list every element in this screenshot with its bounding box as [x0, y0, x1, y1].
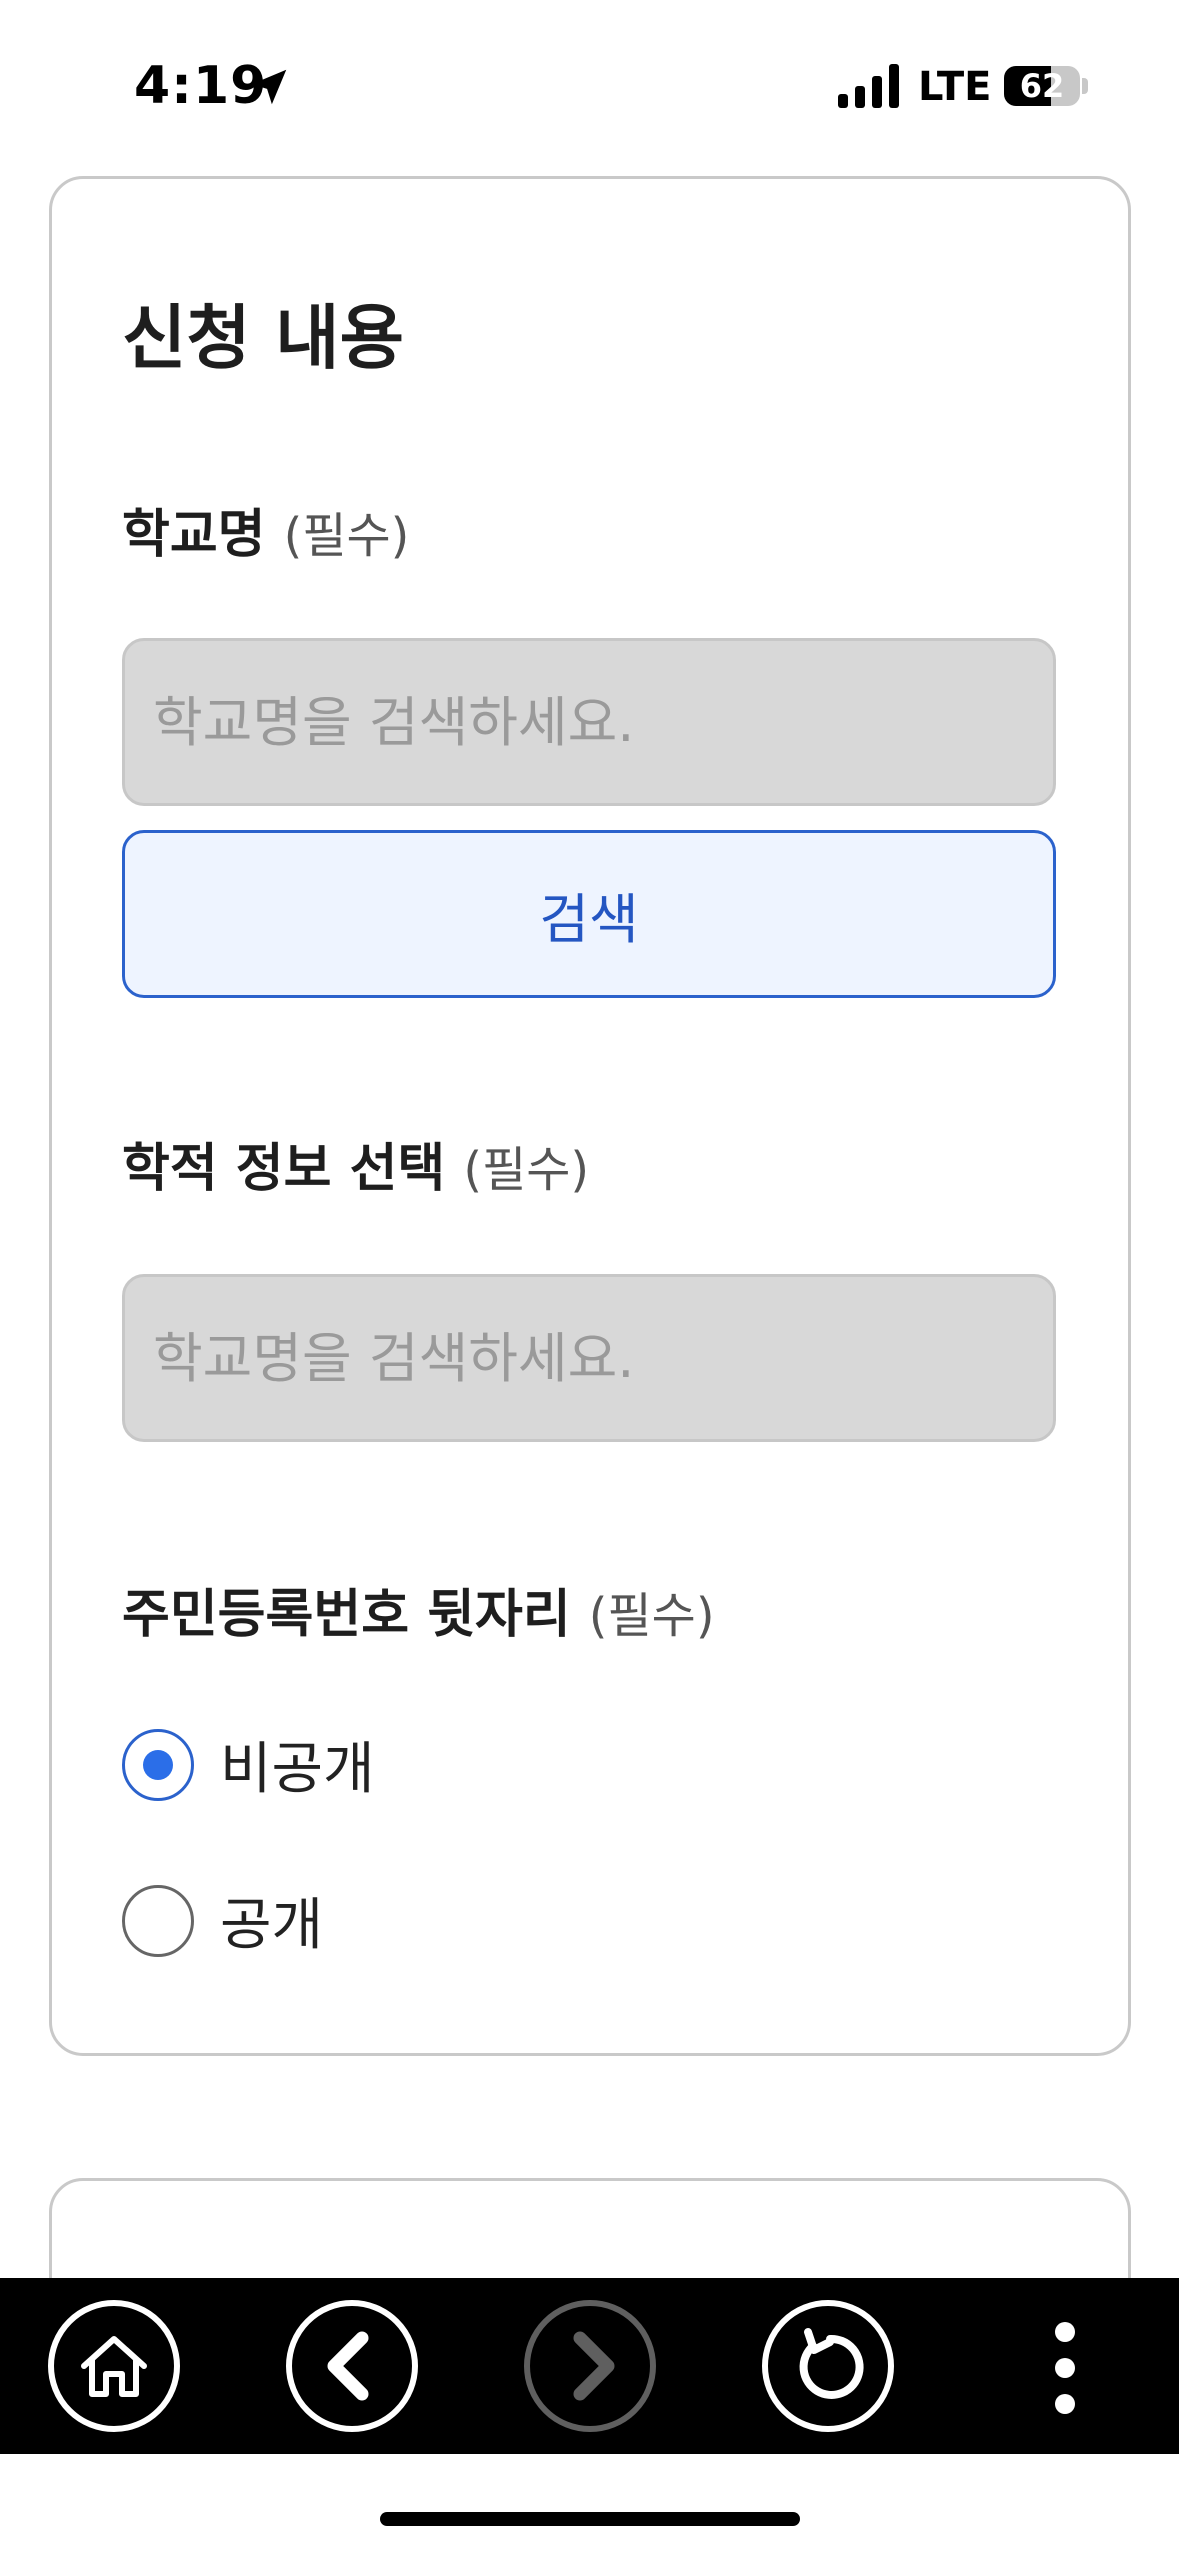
- home-icon: [81, 2336, 147, 2397]
- academic-label: 학적 정보 선택 (필수): [122, 1126, 589, 1201]
- resident-number-label-text: 주민등록번호 뒷자리: [122, 1585, 571, 1645]
- radio-option-public[interactable]: 공개: [122, 1880, 323, 1961]
- back-icon: [327, 2331, 369, 2401]
- battery-level: 62: [1019, 67, 1065, 105]
- radio-option-private[interactable]: 비공개: [122, 1724, 375, 1805]
- radio-public[interactable]: [122, 1884, 194, 1957]
- resident-number-required-tag: (필수): [588, 1588, 715, 1644]
- home-indicator-area: [0, 2454, 1179, 2556]
- more-icon[interactable]: [1040, 2318, 1090, 2418]
- network-type: LTE: [918, 64, 992, 110]
- home-button[interactable]: [48, 2300, 180, 2432]
- location-arrow-icon: [251, 69, 287, 105]
- school-label: 학교명 (필수): [122, 492, 409, 567]
- academic-label-text: 학적 정보 선택: [122, 1139, 446, 1199]
- radio-public-label: 공개: [220, 1893, 324, 1958]
- search-button[interactable]: 검색: [122, 830, 1056, 998]
- forward-icon: [573, 2331, 615, 2401]
- resident-number-label: 주민등록번호 뒷자리 (필수): [122, 1572, 715, 1647]
- radio-private-label: 비공개: [220, 1737, 375, 1802]
- cellular-signal-icon: [838, 64, 899, 108]
- page-title: 신청 내용: [122, 297, 404, 379]
- school-label-text: 학교명: [122, 505, 266, 565]
- browser-toolbar: [0, 2278, 1179, 2454]
- battery-icon: 62: [1004, 66, 1080, 106]
- school-required-tag: (필수): [283, 508, 410, 564]
- refresh-icon: [799, 2328, 864, 2399]
- radio-private[interactable]: [122, 1728, 194, 1801]
- school-search-input[interactable]: [122, 638, 1056, 806]
- forward-button[interactable]: [524, 2300, 656, 2432]
- battery-cap: [1082, 78, 1088, 94]
- academic-required-tag: (필수): [463, 1142, 590, 1198]
- academic-info-input[interactable]: [122, 1274, 1056, 1442]
- status-bar: 4:19 LTE 62: [0, 0, 1179, 170]
- home-indicator[interactable]: [380, 2512, 800, 2526]
- refresh-button[interactable]: [762, 2300, 894, 2432]
- back-button[interactable]: [286, 2300, 418, 2432]
